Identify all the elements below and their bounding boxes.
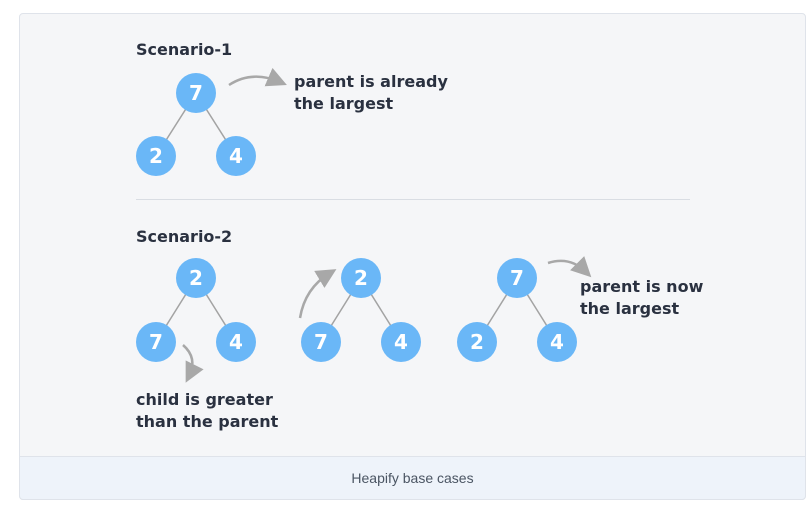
- scenario2-tree-b: 2 7 4: [298, 258, 421, 362]
- node-value: 2: [189, 266, 203, 290]
- node-value: 7: [510, 266, 524, 290]
- node-value: 2: [470, 330, 484, 354]
- tree-a-note-line1: child is greater: [136, 390, 273, 409]
- figure-caption: Heapify base cases: [351, 470, 474, 486]
- scenario2-tree-a: 2 7 4: [136, 258, 256, 383]
- scenario1-note-line1: parent is already: [294, 72, 448, 91]
- curved-arrow: [182, 344, 204, 383]
- node-value: 4: [550, 330, 564, 354]
- node-value: 4: [394, 330, 408, 354]
- node-value: 7: [314, 330, 328, 354]
- node-value: 2: [149, 144, 163, 168]
- scenario2-tree-c: 7 2 4: [457, 256, 592, 362]
- tree-a-note-line2: than the parent: [136, 412, 279, 431]
- tree-c-note-line1: parent is now: [580, 277, 704, 296]
- node-value: 2: [354, 266, 368, 290]
- tree-c-note-line2: the largest: [580, 299, 680, 318]
- curved-arrow: [547, 256, 592, 278]
- section-divider: [136, 199, 690, 200]
- caption-bar: Heapify base cases: [19, 456, 806, 500]
- scenario2-heading: Scenario-2: [136, 227, 233, 246]
- scenario1-note-line2: the largest: [294, 94, 394, 113]
- node-value: 4: [229, 144, 243, 168]
- curved-arrow: [228, 67, 287, 87]
- node-value: 7: [149, 330, 163, 354]
- node-value: 4: [229, 330, 243, 354]
- node-value: 7: [189, 81, 203, 105]
- curved-arrow: [298, 269, 337, 319]
- scenario1-heading: Scenario-1: [136, 40, 233, 59]
- scenario1-tree: 7 2 4: [136, 67, 287, 176]
